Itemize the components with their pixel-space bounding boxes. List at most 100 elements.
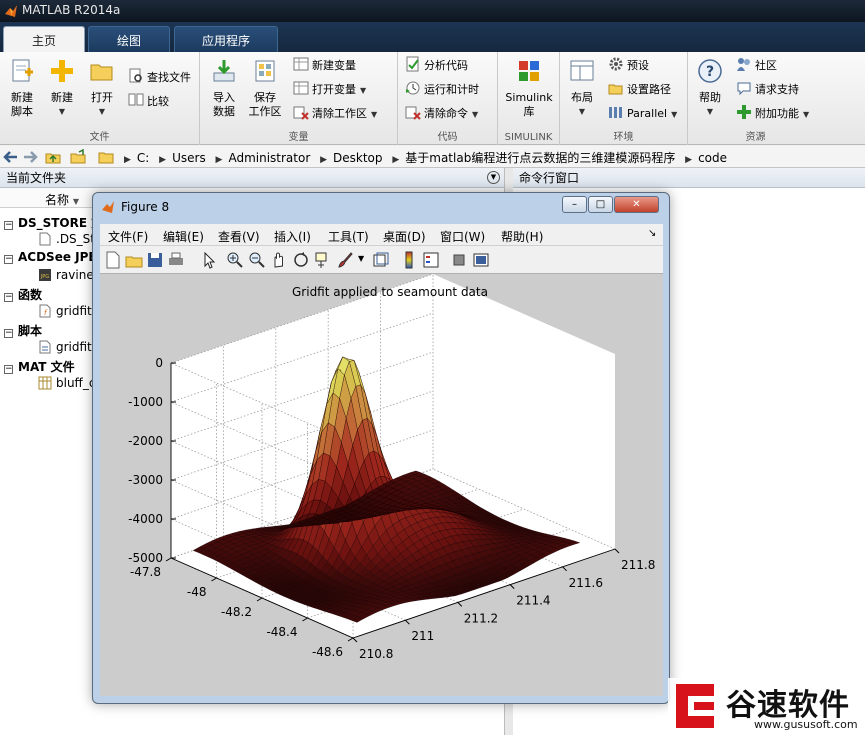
panel-menu-icon[interactable]: ▼ (487, 171, 500, 184)
surface-plot[interactable]: 0-1000-2000-3000-4000-5000-47.8-48-48.2-… (100, 273, 663, 696)
collapse-icon[interactable]: − (4, 293, 13, 302)
jpeg-file-icon: JPG (39, 269, 51, 281)
y-tick-label: -48 (187, 585, 207, 599)
group-acdsee-jpeg[interactable]: − ACDSee JPE (4, 250, 97, 264)
svg-text:JPG: JPG (40, 274, 49, 280)
zoom-in-icon[interactable] (226, 251, 244, 269)
forward-arrow-icon[interactable] (22, 149, 38, 165)
hide-plot-tools-icon[interactable] (450, 251, 468, 269)
tab-apps[interactable]: 应用程序 (174, 26, 278, 52)
find-files-button[interactable]: 查找文件 (128, 68, 191, 88)
list-item[interactable]: bluff_c (38, 376, 95, 390)
collapse-icon[interactable]: − (4, 329, 13, 338)
maximize-button[interactable]: □ (588, 196, 613, 213)
breadcrumb-separator: ▶ (392, 155, 400, 165)
list-item[interactable]: JPG ravine (38, 268, 94, 282)
list-item[interactable]: f gridfit (38, 304, 92, 318)
zoom-out-icon[interactable] (248, 251, 266, 269)
window-title: MATLAB R2014a (22, 3, 121, 17)
tab-home[interactable]: 主页 (3, 26, 85, 52)
close-button[interactable]: ✕ (614, 196, 659, 213)
new-script-button[interactable]: 新建 脚本 (2, 56, 42, 119)
new-button[interactable]: 新建 ▼ (42, 56, 82, 119)
menu-tools[interactable]: 工具(T) (328, 228, 369, 245)
parallel-button[interactable]: Parallel ▼ (608, 104, 677, 124)
group-scripts[interactable]: − 脚本 (4, 322, 42, 339)
x-tick-label: 211.4 (516, 594, 550, 608)
edit-plot-cursor-icon[interactable] (200, 251, 218, 269)
minimize-button[interactable]: – (562, 196, 587, 213)
add-ons-button[interactable]: 附加功能 ▼ (736, 104, 809, 124)
save-workspace-icon (255, 60, 275, 82)
breadcrumb-item[interactable]: Users (172, 151, 206, 165)
collapse-icon[interactable]: − (4, 221, 13, 230)
browse-folder-icon[interactable] (70, 149, 86, 165)
collapse-icon[interactable]: − (4, 255, 13, 264)
compare-button[interactable]: 比较 (128, 92, 169, 112)
list-item[interactable]: .DS_St (38, 232, 95, 246)
import-data-button[interactable]: 导入 数据 (204, 56, 244, 119)
add-ons-label: 附加功能 (755, 107, 799, 120)
menu-desktop[interactable]: 桌面(D) (383, 228, 426, 245)
parallel-label: Parallel (627, 107, 668, 120)
set-path-button[interactable]: 设置路径 (608, 80, 671, 100)
run-and-time-button[interactable]: 运行和计时 (405, 80, 479, 100)
save-workspace-button[interactable]: 保存 工作区 (245, 56, 285, 119)
undock-arrow-icon[interactable]: ↘ (648, 228, 656, 239)
plot-canvas[interactable]: 0 -1000 -2000 -3000 -4000 -5000 -47.8 -48 -48.2-… (100, 273, 663, 696)
column-name[interactable]: 名称 ▼ (45, 191, 79, 208)
chevron-down-icon: ▼ (472, 110, 479, 119)
clear-commands-button[interactable]: 清除命令 ▼ (405, 104, 478, 124)
save-icon[interactable] (146, 251, 164, 269)
link-plot-icon[interactable] (372, 251, 390, 269)
simulink-library-button[interactable]: Simulink 库 (502, 56, 556, 119)
open-variable-button[interactable]: 打开变量 ▼ (293, 80, 366, 100)
print-icon[interactable] (167, 251, 185, 269)
breadcrumb-item[interactable]: 基于matlab编程进行点云数据的三维建模源码程序 (405, 151, 675, 165)
chevron-down-icon: ▼ (371, 110, 378, 119)
data-cursor-icon[interactable] (314, 251, 332, 269)
gear-icon (609, 57, 623, 71)
group-ds-store[interactable]: − DS_STORE 文 (4, 214, 103, 231)
legend-icon[interactable] (422, 251, 440, 269)
clear-workspace-button[interactable]: 清除工作区 ▼ (293, 104, 377, 124)
breadcrumb-item[interactable]: Administrator (228, 151, 310, 165)
up-folder-icon[interactable] (45, 149, 61, 165)
breadcrumb-separator: ▶ (320, 155, 328, 165)
group-functions[interactable]: − 函数 (4, 286, 42, 303)
open-button[interactable]: 打开 ▼ (82, 56, 122, 119)
show-plot-tools-icon[interactable] (472, 251, 490, 269)
clear-workspace-label: 清除工作区 (312, 107, 367, 120)
analyze-code-button[interactable]: 分析代码 (405, 56, 468, 76)
menu-file[interactable]: 文件(F) (108, 228, 148, 245)
community-button[interactable]: 社区 (736, 56, 777, 76)
menu-view[interactable]: 查看(V) (218, 228, 260, 245)
new-figure-icon[interactable] (104, 251, 122, 269)
y-tick-label: -48.4 (266, 625, 297, 639)
rotate-3d-icon[interactable] (292, 251, 310, 269)
menu-edit[interactable]: 编辑(E) (163, 228, 204, 245)
chevron-down-icon[interactable]: ▼ (358, 254, 364, 263)
open-file-icon[interactable] (125, 251, 143, 269)
current-folder-title: 当前文件夹 (6, 171, 67, 185)
menu-help[interactable]: 帮助(H) (501, 228, 543, 245)
request-support-button[interactable]: 请求支持 (736, 80, 799, 100)
menu-insert[interactable]: 插入(I) (274, 228, 311, 245)
brush-icon[interactable] (336, 251, 354, 269)
back-arrow-icon[interactable] (3, 149, 19, 165)
breadcrumb-drive[interactable]: C: (137, 151, 149, 165)
collapse-icon[interactable]: − (4, 365, 13, 374)
layout-button[interactable]: 布局 ▼ (562, 56, 602, 119)
y-tick-label: -48.6 (312, 645, 343, 659)
pan-hand-icon[interactable] (270, 251, 288, 269)
colorbar-icon[interactable] (400, 251, 418, 269)
tab-plots[interactable]: 绘图 (88, 26, 170, 52)
preferences-button[interactable]: 预设 (608, 56, 649, 76)
list-item[interactable]: gridfit (38, 340, 92, 354)
group-mat-files[interactable]: − MAT 文件 (4, 358, 75, 375)
breadcrumb-item[interactable]: code (698, 151, 727, 165)
help-button[interactable]: ? 帮助 ▼ (690, 56, 730, 119)
menu-window[interactable]: 窗口(W) (440, 228, 485, 245)
breadcrumb-item[interactable]: Desktop (333, 151, 383, 165)
new-variable-button[interactable]: 新建变量 (293, 56, 356, 76)
